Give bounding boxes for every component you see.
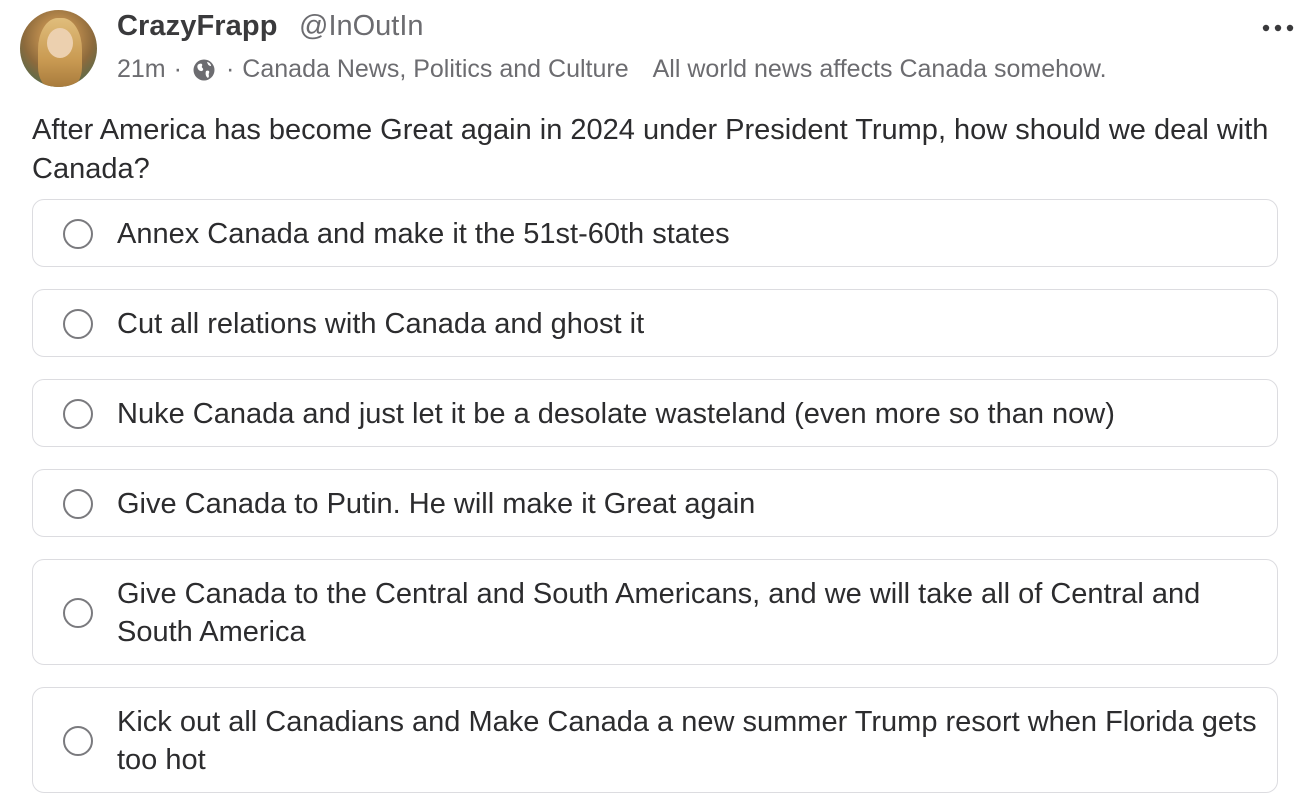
poll-option[interactable]: Nuke Canada and just let it be a desolat… xyxy=(32,379,1278,447)
poll-option-label: Cut all relations with Canada and ghost … xyxy=(117,308,645,340)
radio-button[interactable] xyxy=(63,219,93,249)
poll-option[interactable]: Cut all relations with Canada and ghost … xyxy=(32,289,1278,357)
poll-post: CrazyFrapp @InOutIn 21m · · Canada News,… xyxy=(0,0,1314,801)
poll-question: After America has become Great again in … xyxy=(32,114,1269,185)
poll-option[interactable]: Kick out all Canadians and Make Canada a… xyxy=(32,687,1278,793)
post-meta: 21m · · Canada News, Politics and Cultur… xyxy=(117,55,1107,84)
radio-button[interactable] xyxy=(63,489,93,519)
poll-option-label: Give Canada to Putin. He will make it Gr… xyxy=(117,488,756,520)
author-name[interactable]: CrazyFrapp xyxy=(117,10,278,43)
community-link[interactable]: Canada News, Politics and Culture xyxy=(242,55,628,84)
poll-option-label: Nuke Canada and just let it be a desolat… xyxy=(117,398,1115,430)
avatar[interactable] xyxy=(20,10,97,87)
meta-separator: · xyxy=(173,55,182,83)
post-time[interactable]: 21m xyxy=(117,55,166,84)
meta-separator: · xyxy=(225,55,235,83)
author-handle[interactable]: @InOutIn xyxy=(299,10,424,43)
radio-button[interactable] xyxy=(63,598,93,628)
poll-option-label: Give Canada to the Central and South Ame… xyxy=(117,578,1201,648)
radio-button[interactable] xyxy=(63,309,93,339)
globe-icon xyxy=(192,58,216,82)
poll-option[interactable]: Give Canada to Putin. He will make it Gr… xyxy=(32,469,1278,537)
poll-option-label: Kick out all Canadians and Make Canada a… xyxy=(117,706,1257,776)
poll-option[interactable]: Annex Canada and make it the 51st-60th s… xyxy=(32,199,1278,267)
poll-option[interactable]: Give Canada to the Central and South Ame… xyxy=(32,559,1278,665)
community-description: All world news affects Canada somehow. xyxy=(652,55,1107,83)
radio-button[interactable] xyxy=(63,399,93,429)
radio-button[interactable] xyxy=(63,726,93,756)
more-horizontal-icon[interactable] xyxy=(1258,18,1298,38)
avatar-face xyxy=(47,28,73,58)
poll-option-label: Annex Canada and make it the 51st-60th s… xyxy=(117,218,730,250)
